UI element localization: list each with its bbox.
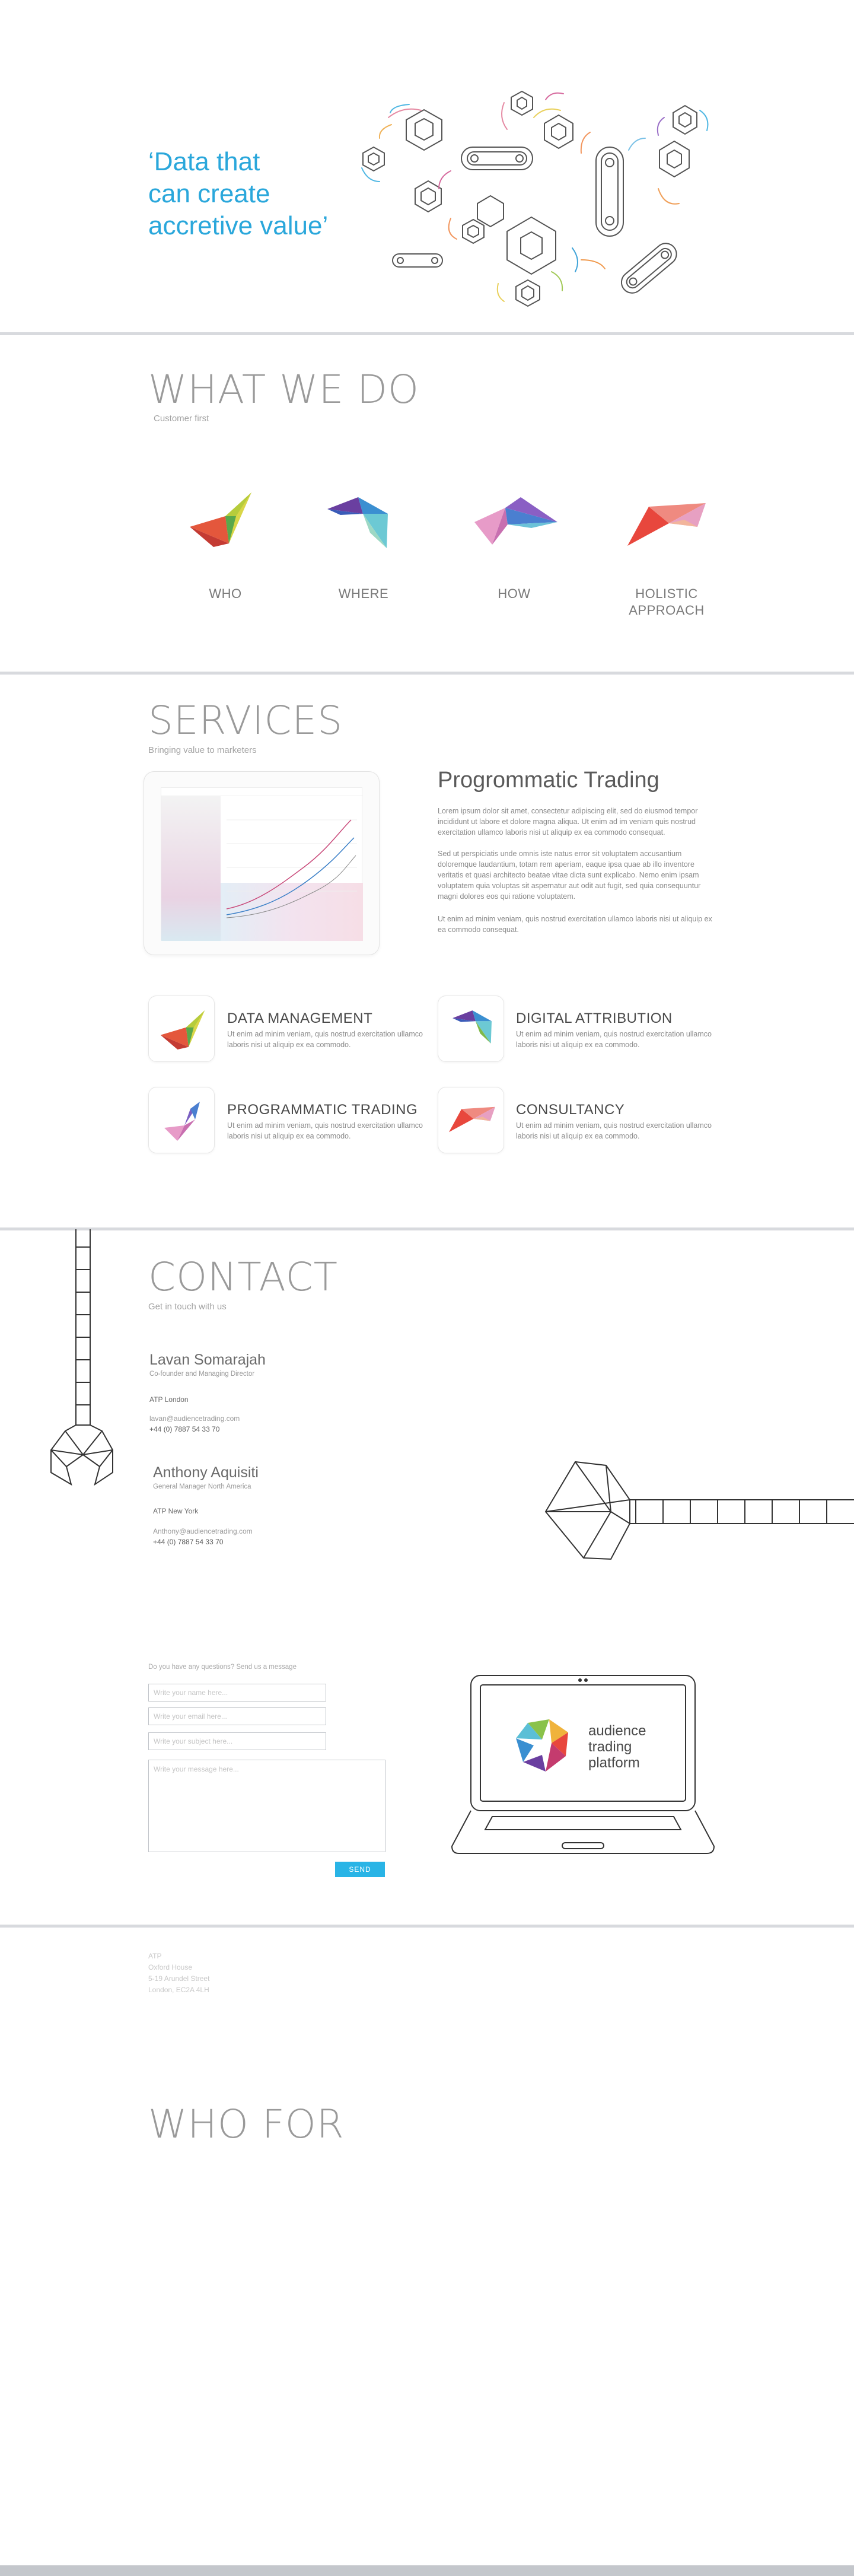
send-button[interactable]: SEND xyxy=(335,1862,385,1877)
brand-line2: trading xyxy=(588,1739,632,1755)
where-icon xyxy=(327,497,388,548)
address: ATP Oxford House 5-19 Arundel Street Lon… xyxy=(148,1951,209,1996)
digital-attribution-icon xyxy=(453,1010,492,1044)
feature-paragraph-3: Ut enim ad minim veniam, quis nostrud ex… xyxy=(438,915,712,934)
brand-line3: platform xyxy=(588,1755,640,1771)
laptop-illustration xyxy=(451,1675,715,1854)
section-divider xyxy=(0,332,854,335)
service-description: Ut enim ad minim veniam, quis nostrud ex… xyxy=(227,1030,423,1049)
what-item-who: WHO xyxy=(184,586,267,602)
service-title: PROGRAMMATIC TRADING xyxy=(227,1102,418,1118)
address-line: London, EC2A 4LH xyxy=(148,1986,209,1994)
contact-role: General Manager North America xyxy=(153,1483,251,1490)
tablet-mockup xyxy=(144,771,380,955)
contact-phone: +44 (0) 7887 54 33 70 xyxy=(153,1538,224,1546)
message-textarea[interactable] xyxy=(148,1760,385,1852)
service-description: Ut enim ad minim veniam, quis nostrud ex… xyxy=(516,1030,712,1049)
what-item-label: HOW xyxy=(498,586,531,601)
contact-role: Co-founder and Managing Director xyxy=(149,1370,255,1378)
address-line: 5-19 Arundel Street xyxy=(148,1974,210,1983)
address-line: Oxford House xyxy=(148,1963,193,1971)
who-for-title: WHO FOR xyxy=(148,2101,345,2147)
what-item-label: WHO xyxy=(209,586,242,601)
service-card-programmatic-trading[interactable] xyxy=(148,1087,215,1153)
what-item-label: HOLISTIC xyxy=(635,586,698,601)
consultancy-icon xyxy=(449,1106,495,1133)
programmatic-trading-icon xyxy=(164,1102,200,1141)
hero-quote-line2: can create xyxy=(148,179,270,208)
address-line: ATP xyxy=(148,1952,162,1960)
what-item-holistic-approach: HOLISTIC APPROACH xyxy=(625,586,708,619)
how-icon xyxy=(474,497,557,545)
service-title: DATA MANAGEMENT xyxy=(227,1010,373,1026)
contact-email-link[interactable]: Anthony@audiencetrading.com xyxy=(153,1527,253,1535)
name-input[interactable] xyxy=(148,1684,326,1702)
hero-quote-line3: accretive value’ xyxy=(148,211,329,240)
robotic-claw-left-illustration xyxy=(50,1229,114,1486)
tablet-screen xyxy=(161,787,363,941)
services-title: SERVICES xyxy=(148,698,343,743)
what-item-where: WHERE xyxy=(322,586,405,602)
contact-subtitle: Get in touch with us xyxy=(148,1302,227,1312)
service-title: DIGITAL ATTRIBUTION xyxy=(516,1010,673,1026)
feature-paragraph-2: Sed ut perspiciatis unde omnis iste natu… xyxy=(438,850,701,901)
contact-title: CONTACT xyxy=(148,1254,338,1300)
what-we-do-subtitle: Customer first xyxy=(154,414,209,424)
brand-line1: audience xyxy=(588,1723,646,1739)
who-icon xyxy=(190,492,251,547)
contact-name: Anthony Aquisiti xyxy=(153,1464,259,1481)
subject-input[interactable] xyxy=(148,1732,326,1750)
contact-office: ATP London xyxy=(149,1395,189,1404)
laptop-brand-text: audience trading platform xyxy=(588,1723,646,1771)
atp-logo-icon xyxy=(516,1719,568,1772)
service-title: CONSULTANCY xyxy=(516,1102,625,1118)
what-item-label-line2: APPROACH xyxy=(629,603,705,618)
what-item-how: HOW xyxy=(473,586,556,602)
hero-quote: ‘Data that can create accretive value’ xyxy=(148,146,328,242)
hero-quote-line1: ‘Data that xyxy=(148,147,260,176)
what-we-do-title: WHAT WE DO xyxy=(148,367,419,412)
section-divider xyxy=(0,672,854,675)
section-divider xyxy=(0,1227,854,1230)
line-chart-thumbnail xyxy=(226,819,357,918)
robotic-claw-right-illustration xyxy=(544,1461,854,1560)
holistic-approach-icon xyxy=(627,503,706,546)
section-divider xyxy=(0,1925,854,1928)
service-description: Ut enim ad minim veniam, quis nostrud ex… xyxy=(516,1121,712,1140)
what-item-label: WHERE xyxy=(338,586,389,601)
contact-office: ATP New York xyxy=(153,1507,199,1515)
contact-name: Lavan Somarajah xyxy=(149,1351,266,1368)
bottom-bar xyxy=(0,2565,854,2576)
service-card-digital-attribution[interactable] xyxy=(438,996,504,1062)
service-card-consultancy[interactable] xyxy=(438,1087,504,1153)
services-subtitle: Bringing value to marketers xyxy=(148,745,257,755)
service-description: Ut enim ad minim veniam, quis nostrud ex… xyxy=(227,1121,423,1140)
feature-paragraph-1: Lorem ipsum dolor sit amet, consectetur … xyxy=(438,807,698,837)
service-card-data-management[interactable] xyxy=(148,996,215,1062)
contact-email-link[interactable]: lavan@audiencetrading.com xyxy=(149,1414,240,1423)
email-input[interactable] xyxy=(148,1707,326,1725)
data-management-icon xyxy=(160,1010,205,1050)
tablet-screen-header xyxy=(161,788,363,796)
feature-title: Progrommatic Trading xyxy=(438,768,659,793)
hexagon-gears-illustration xyxy=(361,90,709,307)
form-prompt: Do you have any questions? Send us a mes… xyxy=(148,1664,297,1671)
contact-phone: +44 (0) 7887 54 33 70 xyxy=(149,1425,220,1433)
tablet-screen-sidebar xyxy=(161,796,221,941)
